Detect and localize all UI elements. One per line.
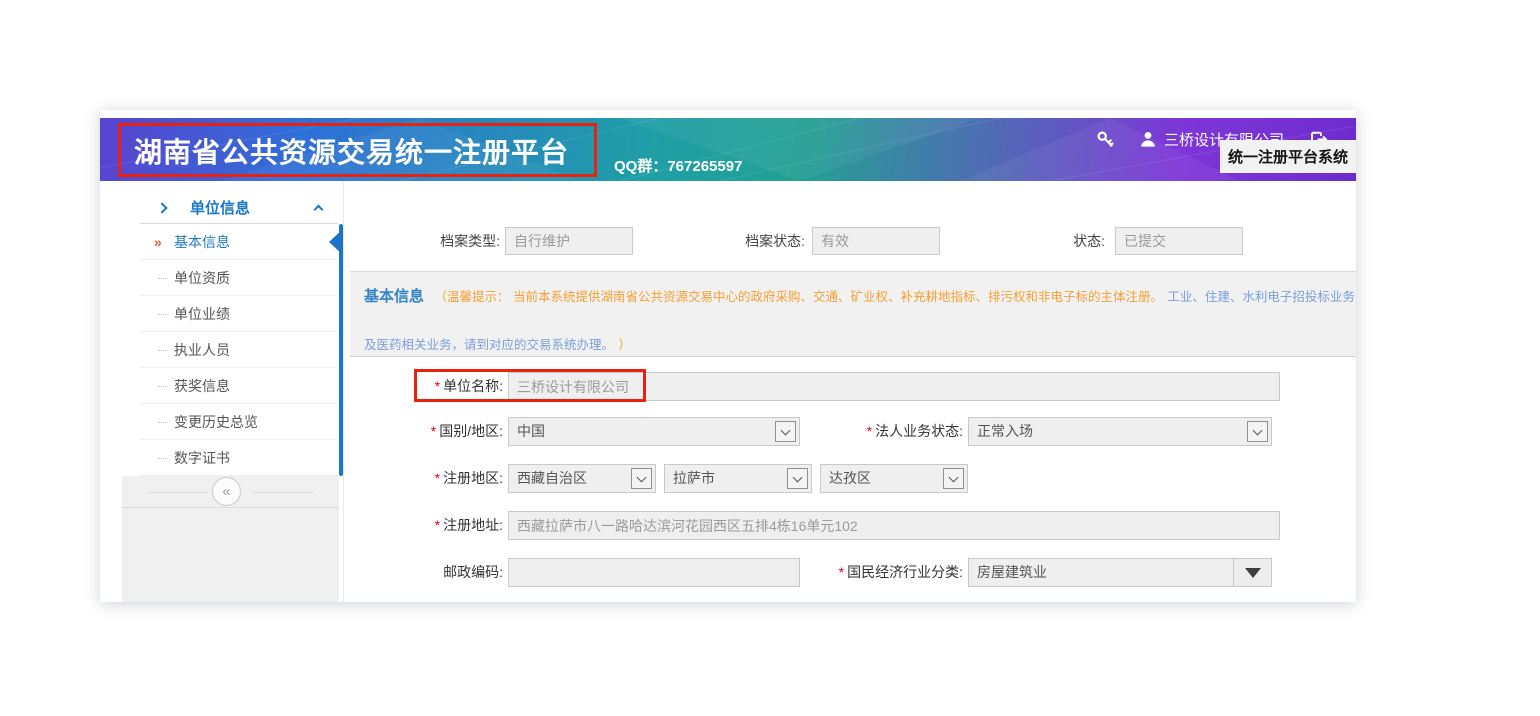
section-title: 基本信息 [364, 288, 424, 305]
sidebar-item-label: 单位资质 [174, 270, 230, 286]
required-mark: * [839, 564, 844, 580]
required-mark: * [435, 470, 440, 486]
postal-code-label: 邮政编码: [345, 558, 503, 587]
user-icon [1140, 131, 1156, 147]
city-value: 拉萨市 [673, 470, 715, 486]
dropdown-arrow-icon[interactable] [1233, 559, 1271, 586]
chevron-down-icon[interactable] [787, 468, 808, 489]
sidebar-collapse-button[interactable]: « [212, 477, 241, 506]
chevron-down-icon[interactable] [1247, 421, 1268, 442]
chevron-down-icon[interactable] [631, 468, 652, 489]
industry-value: 房屋建筑业 [977, 564, 1047, 580]
sidebar-item-basic-info[interactable]: » 基本信息 [140, 224, 338, 260]
sidebar-item-unit-qualification[interactable]: 单位资质 [140, 260, 338, 296]
sidebar-item-label: 基本信息 [174, 234, 230, 250]
tab-unified-registration-system[interactable]: 统一注册平台系统 [1220, 140, 1356, 173]
reg-address-label: *注册地址: [345, 511, 503, 540]
required-mark: * [867, 423, 872, 439]
sidebar-item-change-history[interactable]: 变更历史总览 [140, 404, 338, 440]
district-select[interactable]: 达孜区 [820, 464, 968, 493]
province-select[interactable]: 西藏自治区 [508, 464, 656, 493]
district-value: 达孜区 [829, 470, 871, 486]
sidebar-footer: « [122, 476, 339, 602]
active-item-arrow [329, 229, 343, 255]
sidebar-item-label: 执业人员 [174, 342, 230, 358]
sidebar-item-practitioners[interactable]: 执业人员 [140, 332, 338, 368]
archive-type-label: 档案类型: [400, 227, 500, 255]
sidebar-item-label: 变更历史总览 [174, 414, 258, 430]
legal-status-value: 正常入场 [977, 423, 1033, 439]
divider [253, 492, 313, 493]
active-item-marker: » [154, 224, 162, 260]
divider [148, 492, 208, 493]
annotation-box-title [118, 123, 597, 177]
archive-status-field[interactable] [812, 227, 940, 255]
notice-text-orange: （温馨提示： 当前本系统提供湖南省公共资源交易中心的政府采购、交通、矿业权、补充… [434, 290, 1162, 304]
sidebar-collapse-row: « [122, 476, 339, 508]
reg-region-label: *注册地区: [345, 464, 503, 493]
chevron-right-icon [156, 202, 167, 213]
sidebar-divider [343, 181, 344, 602]
industry-select[interactable]: 房屋建筑业 [968, 558, 1272, 587]
status-field[interactable] [1115, 227, 1243, 255]
legal-status-select[interactable]: 正常入场 [968, 417, 1272, 446]
key-icon[interactable] [1096, 130, 1114, 148]
province-value: 西藏自治区 [517, 470, 587, 486]
chevron-down-icon[interactable] [775, 421, 796, 442]
country-value: 中国 [517, 423, 545, 439]
chevron-up-icon [314, 205, 324, 215]
required-mark: * [435, 517, 440, 533]
notice-text-close: ） [618, 338, 631, 352]
page: 湖南省公共资源交易统一注册平台 QQ群：767265597 三桥设计有限公司 [0, 0, 1540, 716]
required-mark: * [431, 423, 436, 439]
archive-type-field[interactable] [505, 227, 633, 255]
sidebar-item-unit-performance[interactable]: 单位业绩 [140, 296, 338, 332]
sidebar-item-awards[interactable]: 获奖信息 [140, 368, 338, 404]
sidebar-menu: » 基本信息 单位资质 单位业绩 执业人员 获奖信息 变更历史总览 数字证书 [140, 224, 338, 476]
basic-info-section-header: 基本信息 （温馨提示： 当前本系统提供湖南省公共资源交易中心的政府采购、交通、矿… [350, 271, 1356, 357]
status-label: 状态: [1005, 227, 1105, 255]
chevron-down-icon[interactable] [943, 468, 964, 489]
country-label: *国别/地区: [345, 417, 503, 446]
archive-status-label: 档案状态: [705, 227, 805, 255]
sidebar-group-label: 单位信息 [190, 197, 250, 218]
reg-address-field[interactable] [508, 511, 1280, 540]
app-window: 湖南省公共资源交易统一注册平台 QQ群：767265597 三桥设计有限公司 [100, 110, 1356, 602]
industry-label: *国民经济行业分类: [805, 558, 963, 587]
sidebar-item-digital-certificate[interactable]: 数字证书 [140, 440, 338, 476]
annotation-box-unit-name [414, 369, 646, 402]
qq-group-label: QQ群：767265597 [614, 155, 742, 176]
country-select[interactable]: 中国 [508, 417, 800, 446]
legal-status-label: *法人业务状态: [805, 417, 963, 446]
sidebar-item-label: 获奖信息 [174, 378, 230, 394]
sidebar-item-label: 单位业绩 [174, 306, 230, 322]
postal-code-field[interactable] [508, 558, 800, 587]
sidebar-item-label: 数字证书 [174, 450, 230, 466]
city-select[interactable]: 拉萨市 [664, 464, 812, 493]
sidebar-group-unit-info[interactable]: 单位信息 [140, 192, 338, 224]
